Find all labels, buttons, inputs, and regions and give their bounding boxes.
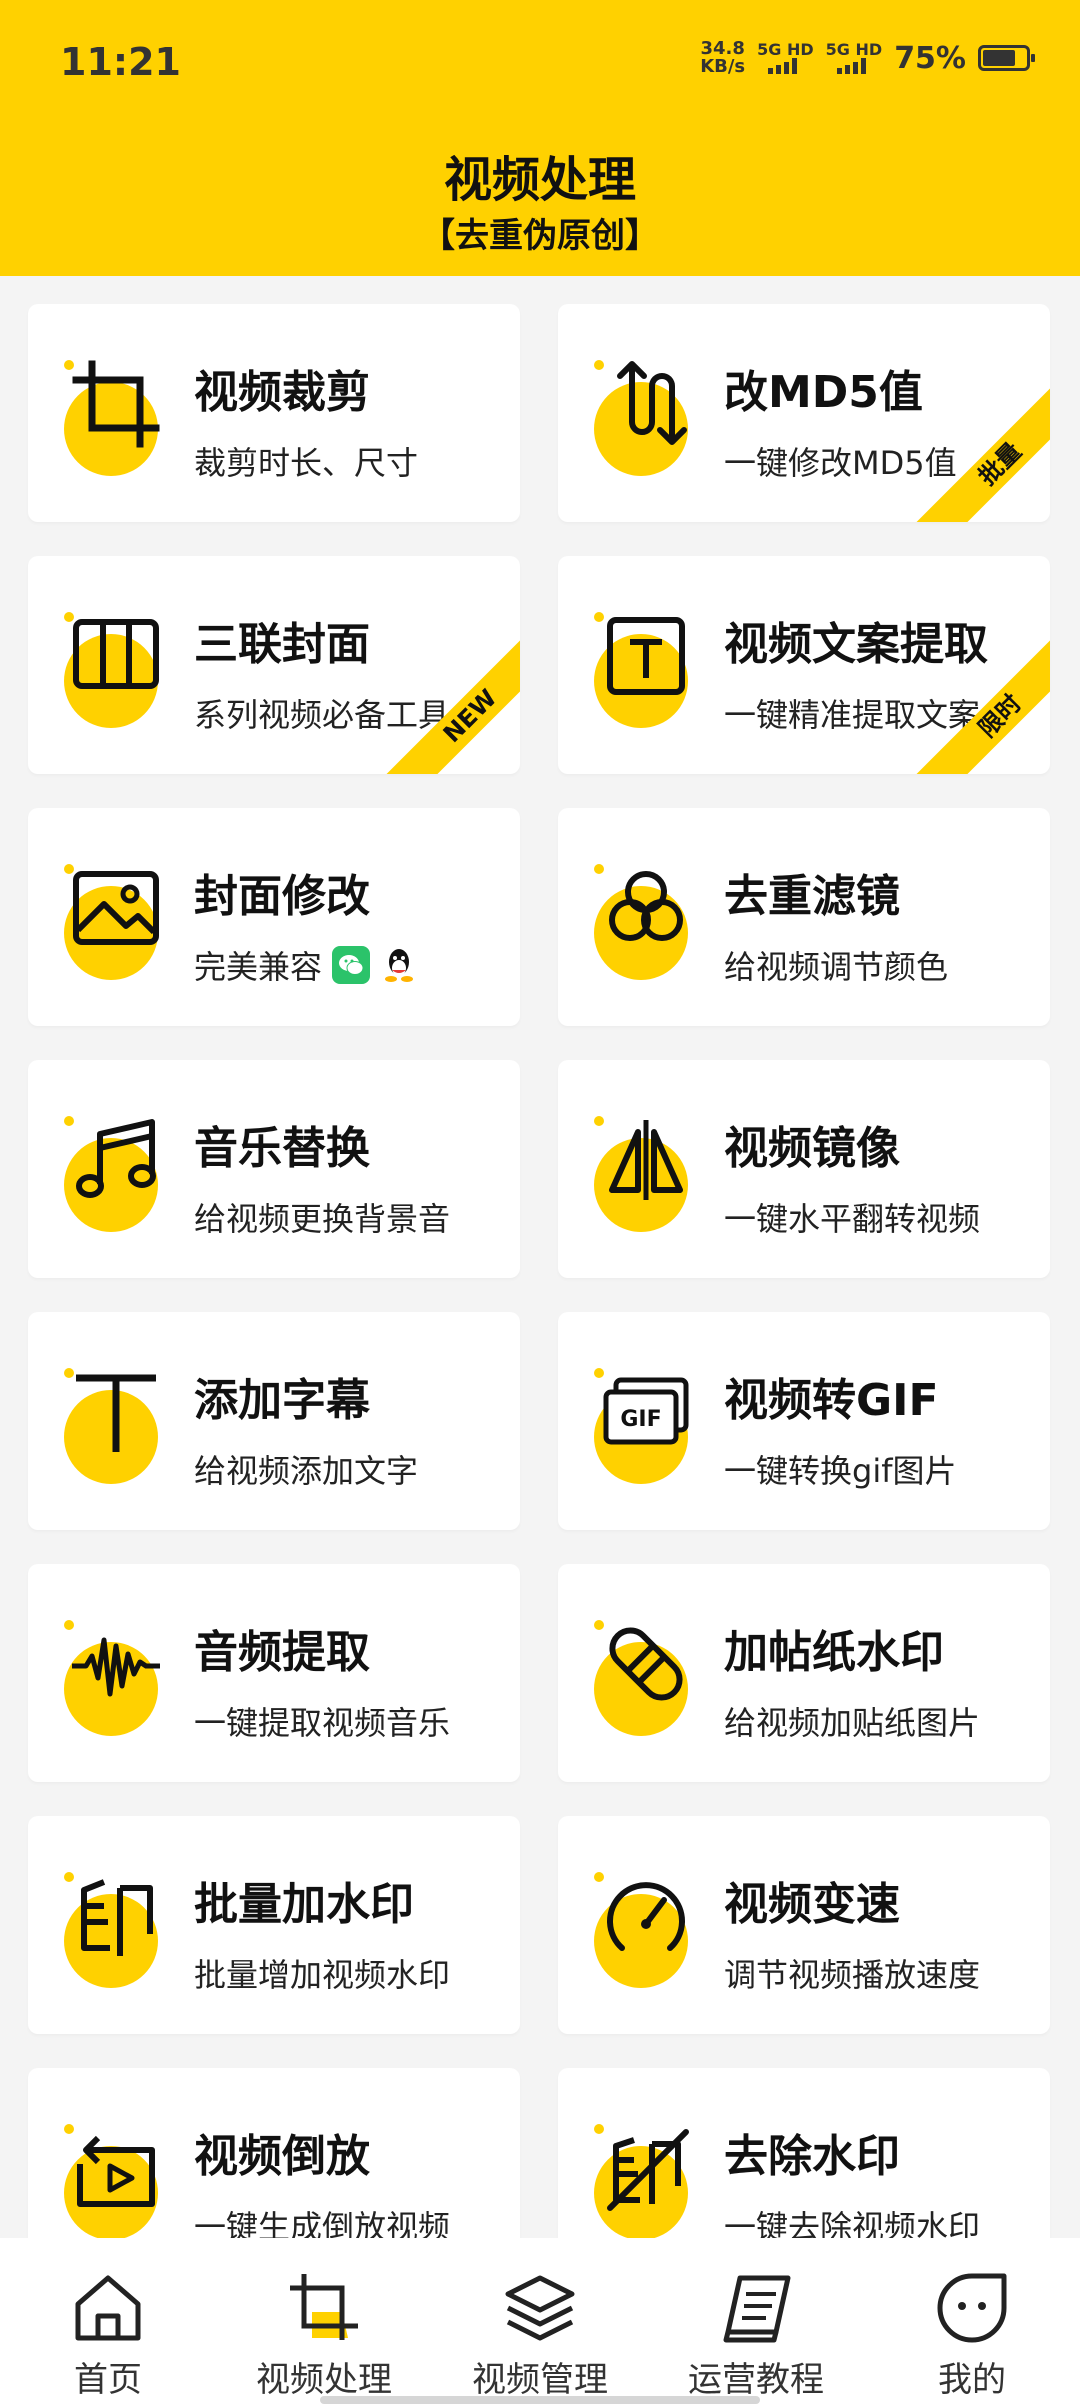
card-subtitle: 给视频调节颜色	[724, 948, 949, 986]
card-title: 去除水印	[724, 2131, 900, 2182]
card-title: 批量加水印	[194, 1879, 414, 1930]
reverse-play-icon	[68, 2120, 164, 2216]
card-title: 封面修改	[194, 871, 370, 922]
tab-label: 首页	[74, 2360, 142, 2400]
card-subtitle: 给视频添加文字	[194, 1452, 419, 1490]
image-icon	[68, 860, 164, 956]
app-header: 11:21 34.8 KB/s 5G HD 5G HD 75% 视频处理 【去重…	[0, 0, 1080, 276]
card-title: 视频文案提取	[724, 619, 988, 670]
md5-arrows-icon	[598, 356, 694, 452]
card-title: 视频镜像	[724, 1123, 900, 1174]
svg-text:GIF: GIF	[620, 1407, 661, 1432]
tool-card-mirror[interactable]: 视频镜像 一键水平翻转视频	[558, 1060, 1050, 1278]
tool-card-gif[interactable]: GIF 视频转GIF 一键转换gif图片	[558, 1312, 1050, 1530]
music-note-icon	[68, 1112, 164, 1208]
tool-card-sticker[interactable]: 加帖纸水印 给视频加贴纸图片	[558, 1564, 1050, 1782]
stamp-icon	[68, 1868, 164, 1964]
tab-label: 视频处理	[256, 2360, 392, 2400]
status-time: 11:21	[60, 40, 181, 84]
tool-card-triptych-cover[interactable]: 三联封面 系列视频必备工具 NEW	[28, 556, 520, 774]
signal-icon: 5G HD	[825, 40, 883, 74]
waveform-icon	[68, 1616, 164, 1712]
card-subtitle: 一键提取视频音乐	[194, 1704, 451, 1742]
tool-card-subtitles[interactable]: 添加字幕 给视频添加文字	[28, 1312, 520, 1530]
tool-card-filter[interactable]: 去重滤镜 给视频调节颜色	[558, 808, 1050, 1026]
card-subtitle: 一键修改MD5值	[724, 444, 957, 482]
text-t-icon	[68, 1364, 164, 1460]
gif-icon: GIF	[598, 1364, 694, 1460]
battery-percent: 75%	[894, 40, 966, 76]
triptych-icon	[68, 608, 164, 704]
card-title: 音频提取	[194, 1627, 370, 1678]
card-title: 添加字幕	[194, 1375, 370, 1426]
card-title: 视频变速	[724, 1879, 900, 1930]
tool-card-cover-edit[interactable]: 封面修改 完美兼容	[28, 808, 520, 1026]
face-icon	[937, 2273, 1007, 2343]
card-title: 去重滤镜	[724, 871, 900, 922]
card-title: 加帖纸水印	[724, 1627, 944, 1678]
tool-card-reverse[interactable]: 视频倒放 一键生成倒放视频	[28, 2068, 520, 2238]
card-subtitle-text: 完美兼容	[194, 948, 323, 986]
card-subtitle: 裁剪时长、尺寸	[194, 444, 419, 482]
tab-label: 我的	[938, 2360, 1006, 2400]
qq-icon	[380, 945, 418, 985]
card-subtitle: 一键精准提取文案	[724, 696, 981, 734]
tool-card-batch-watermark[interactable]: 批量加水印 批量增加视频水印	[28, 1816, 520, 2034]
tool-card-speed[interactable]: 视频变速 调节视频播放速度	[558, 1816, 1050, 2034]
card-subtitle: 给视频更换背景音	[194, 1200, 451, 1238]
card-subtitle: 一键水平翻转视频	[724, 1200, 981, 1238]
speedometer-icon	[598, 1868, 694, 1964]
battery-icon	[978, 45, 1035, 71]
tab-home[interactable]: 首页	[0, 2268, 216, 2401]
card-subtitle: 一键生成倒放视频	[194, 2208, 451, 2238]
filter-circles-icon	[598, 860, 694, 956]
sim2-label: 5G HD	[825, 40, 883, 59]
card-title: 三联封面	[194, 619, 370, 670]
card-title: 改MD5值	[724, 367, 923, 418]
tab-video-process[interactable]: 视频处理	[216, 2268, 432, 2401]
text-box-icon	[598, 608, 694, 704]
sticker-icon	[598, 1616, 694, 1712]
tab-mine[interactable]: 我的	[864, 2268, 1080, 2401]
card-title: 视频转GIF	[724, 1375, 939, 1426]
sim1-label: 5G HD	[757, 40, 814, 59]
crop-icon	[68, 356, 164, 452]
tab-label: 视频管理	[472, 2360, 608, 2400]
mirror-icon	[598, 1112, 694, 1208]
tool-card-video-crop[interactable]: 视频裁剪 裁剪时长、尺寸	[28, 304, 520, 522]
page-title: 视频处理	[443, 152, 636, 208]
card-subtitle: 给视频加贴纸图片	[724, 1704, 981, 1742]
page-subtitle: 【去重伪原创】	[421, 216, 659, 256]
layers-icon	[505, 2275, 575, 2341]
home-icon	[75, 2275, 141, 2341]
remove-stamp-icon	[598, 2120, 694, 2216]
tool-card-audio-extract[interactable]: 音频提取 一键提取视频音乐	[28, 1564, 520, 1782]
tool-card-text-extract[interactable]: 视频文案提取 一键精准提取文案 限时	[558, 556, 1050, 774]
card-subtitle: 调节视频播放速度	[724, 1956, 981, 1994]
tool-grid[interactable]: 视频裁剪 裁剪时长、尺寸 改MD5值 一键修改MD5值 批量 三联封面 系列视频…	[0, 276, 1080, 2238]
tab-tutorial[interactable]: 运营教程	[648, 2268, 864, 2401]
card-subtitle: 批量增加视频水印	[194, 1956, 451, 1994]
network-speed-unit: KB/s	[700, 56, 746, 77]
tab-video-manage[interactable]: 视频管理	[432, 2268, 648, 2401]
card-subtitle: 完美兼容	[194, 942, 418, 988]
tool-card-music-replace[interactable]: 音乐替换 给视频更换背景音	[28, 1060, 520, 1278]
card-subtitle: 一键转换gif图片	[724, 1452, 957, 1490]
home-indicator	[320, 2396, 760, 2404]
tool-card-md5[interactable]: 改MD5值 一键修改MD5值 批量	[558, 304, 1050, 522]
book-icon	[723, 2275, 791, 2343]
network-speed: 34.8 KB/s	[700, 40, 745, 76]
card-subtitle: 系列视频必备工具	[194, 696, 451, 734]
card-subtitle: 一键去除视频水印	[724, 2208, 981, 2238]
tool-card-remove-watermark[interactable]: 去除水印 一键去除视频水印	[558, 2068, 1050, 2238]
card-title: 视频倒放	[194, 2131, 370, 2182]
signal-icon: 5G HD	[757, 42, 814, 74]
video-process-icon	[290, 2274, 358, 2340]
tab-label: 运营教程	[688, 2360, 824, 2400]
wechat-icon	[332, 946, 371, 984]
card-title: 音乐替换	[194, 1123, 370, 1174]
bottom-tab-bar: 首页 视频处理 视频管理 运营教程 我的	[0, 2238, 1080, 2408]
card-title: 视频裁剪	[194, 367, 370, 418]
status-icons: 34.8 KB/s 5G HD 5G HD 75%	[700, 40, 1035, 76]
